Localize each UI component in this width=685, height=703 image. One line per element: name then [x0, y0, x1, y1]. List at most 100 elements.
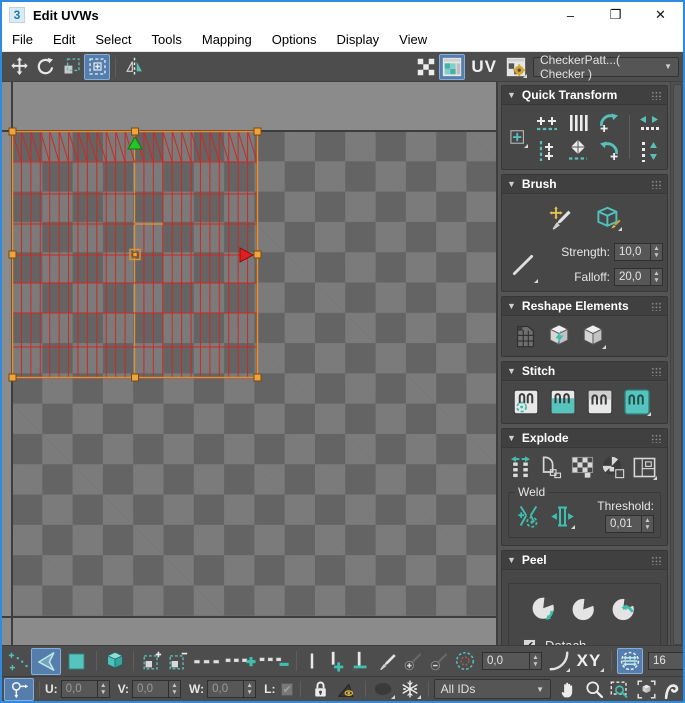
strength-value[interactable]: 10,0	[614, 243, 650, 261]
rotate-cw-icon[interactable]	[594, 138, 624, 164]
flatten-by-material-icon[interactable]	[568, 453, 597, 482]
uv-editor-canvas[interactable]	[2, 82, 498, 645]
menu-display[interactable]: Display	[327, 32, 390, 47]
stitch-to-average-icon[interactable]	[584, 386, 616, 418]
relax-brush-icon[interactable]	[594, 203, 624, 233]
v-spinner[interactable]: 0,0▲▼	[132, 680, 181, 698]
zoom-region-icon[interactable]	[607, 678, 633, 701]
peel-mode-icon[interactable]	[568, 592, 602, 626]
panel-explode-header[interactable]: ▼ Explode	[502, 429, 667, 448]
soft-selection-icon[interactable]	[452, 648, 478, 674]
spinner-arrows-icon[interactable]: ▲▼	[243, 680, 256, 698]
edge-loop-icon[interactable]	[191, 648, 223, 674]
checker-active-icon[interactable]	[439, 54, 465, 80]
uv-mesh[interactable]	[12, 131, 258, 379]
texture-dropdown[interactable]: CheckerPatt...( Checker ) ▼	[533, 57, 679, 77]
grow-selection-icon[interactable]	[139, 648, 165, 674]
move-icon[interactable]	[6, 54, 32, 80]
relax-until-flat-icon[interactable]	[544, 321, 574, 351]
align-horizontal-icon[interactable]	[532, 110, 562, 136]
w-spinner[interactable]: 0,0▲▼	[207, 680, 256, 698]
detach-checkbox[interactable]: ✔	[523, 639, 536, 645]
box-plus-icon[interactable]	[506, 124, 530, 150]
weld-selected-icon[interactable]	[547, 501, 577, 531]
filter-selected-faces-icon[interactable]	[334, 678, 360, 701]
title-bar[interactable]: 3 Edit UVWs – ❐ ✕	[2, 2, 683, 28]
falloff-space-button[interactable]: XY	[572, 648, 606, 674]
flatten-custom-icon[interactable]	[630, 453, 659, 482]
hide-icon[interactable]	[371, 678, 397, 701]
freeze-icon[interactable]	[397, 678, 423, 701]
spinner-arrows-icon[interactable]: ▲▼	[641, 515, 654, 533]
spinner-arrows-icon[interactable]: ▲▼	[168, 680, 181, 698]
falloff-spinner[interactable]: 20,0▲▼	[614, 268, 663, 286]
shrink-selection-icon[interactable]	[165, 648, 191, 674]
edge-loop-shrink-icon[interactable]	[257, 648, 291, 674]
space-vertical-icon[interactable]	[564, 110, 592, 136]
edge-ring-grow-icon[interactable]	[322, 648, 348, 674]
quick-peel-icon[interactable]	[528, 592, 562, 626]
align-vertical-icon[interactable]	[532, 138, 562, 164]
peel-reset-icon[interactable]	[608, 592, 642, 626]
panel-quick-transform-header[interactable]: ▼ Quick Transform	[502, 86, 667, 105]
menu-select[interactable]: Select	[85, 32, 141, 47]
falloff-value[interactable]: 20,0	[614, 268, 650, 286]
falloff-shape-icon[interactable]	[506, 245, 540, 285]
checker-icon[interactable]	[413, 54, 439, 80]
brush-size-value[interactable]: 16	[648, 652, 684, 670]
menu-options[interactable]: Options	[262, 32, 327, 47]
checker-gear-icon[interactable]	[503, 54, 529, 80]
stitch-to-target-icon[interactable]	[510, 386, 542, 418]
absolute-offset-mode-icon[interactable]	[4, 678, 34, 701]
u-spinner[interactable]: 0,0▲▼	[61, 680, 110, 698]
menu-file[interactable]: File	[2, 32, 43, 47]
element-cube-icon[interactable]	[102, 648, 128, 674]
soft-selection-value[interactable]: 0,0	[482, 652, 529, 670]
menu-tools[interactable]: Tools	[142, 32, 192, 47]
paint-move-brush-icon[interactable]	[546, 203, 576, 233]
flatten-by-smoothing-icon[interactable]	[537, 453, 566, 482]
minimize-button[interactable]: –	[548, 2, 593, 28]
align-element-icon[interactable]	[564, 138, 592, 164]
stitch-custom-icon[interactable]	[621, 386, 653, 418]
edge-ring-base-icon[interactable]	[348, 648, 374, 674]
paint-select-add-icon[interactable]	[400, 648, 426, 674]
spinner-arrows-icon[interactable]: ▲▼	[529, 652, 542, 670]
menu-edit[interactable]: Edit	[43, 32, 85, 47]
edge-ring-icon[interactable]	[302, 648, 322, 674]
paintbrush-select-icon[interactable]	[374, 648, 400, 674]
zoom-extents-icon[interactable]	[633, 678, 659, 701]
panel-scrollbar[interactable]	[670, 82, 683, 645]
threshold-spinner[interactable]: 0,01▲▼	[605, 515, 654, 533]
panel-peel-header[interactable]: ▼ Peel	[502, 551, 667, 570]
falloff-curve-icon[interactable]	[546, 648, 572, 674]
relax-icon[interactable]	[578, 321, 608, 351]
distribute-vertical-icon[interactable]	[635, 138, 663, 164]
close-button[interactable]: ✕	[638, 2, 683, 28]
strength-spinner[interactable]: 10,0▲▼	[614, 243, 663, 261]
material-id-dropdown[interactable]: All IDs ▼	[434, 679, 551, 699]
panel-brush-header[interactable]: ▼ Brush	[502, 175, 667, 194]
panel-stitch-header[interactable]: ▼ Stitch	[502, 362, 667, 381]
flatten-mapping-icon[interactable]	[599, 453, 628, 482]
freeform-mode-icon[interactable]	[84, 54, 110, 80]
u-value[interactable]: 0,0	[61, 680, 97, 698]
stitch-to-source-icon[interactable]	[547, 386, 579, 418]
panel-reshape-header[interactable]: ▼ Reshape Elements	[502, 297, 667, 316]
edge-loop-grow-icon[interactable]	[223, 648, 257, 674]
scale-icon[interactable]	[58, 54, 84, 80]
rotate-icon[interactable]	[32, 54, 58, 80]
soft-selection-spinner[interactable]: 0,0▲▼	[482, 652, 542, 670]
spinner-arrows-icon[interactable]: ▲▼	[97, 680, 110, 698]
polygon-mode-icon[interactable]	[61, 648, 91, 674]
w-value[interactable]: 0,0	[207, 680, 243, 698]
brush-size-spinner[interactable]: 16▲▼	[648, 652, 685, 670]
weld-target-icon[interactable]	[513, 501, 543, 531]
rotate-ccw-icon[interactable]	[594, 110, 624, 136]
v-value[interactable]: 0,0	[132, 680, 168, 698]
menu-view[interactable]: View	[389, 32, 437, 47]
space-horizontal-icon[interactable]	[635, 110, 663, 136]
break-icon[interactable]	[506, 453, 535, 482]
zoom-to-gizmo-icon[interactable]	[659, 678, 681, 701]
maximize-button[interactable]: ❐	[593, 2, 638, 28]
